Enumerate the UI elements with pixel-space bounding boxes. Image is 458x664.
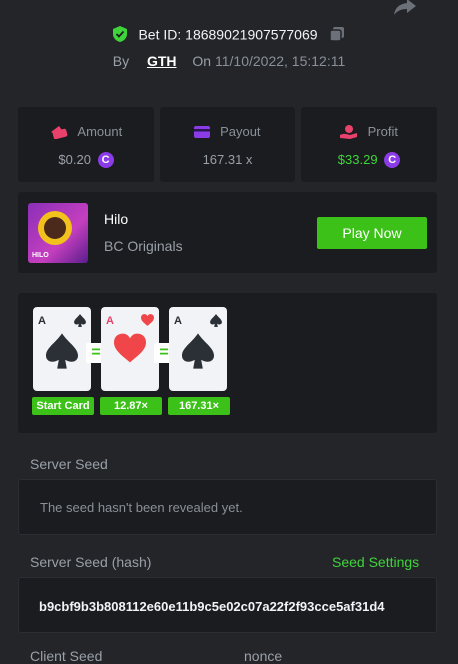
share-icon[interactable]	[393, 0, 417, 16]
game-provider: BC Originals	[104, 238, 183, 254]
profit-value: $33.29	[337, 152, 378, 168]
amount-value: $0.20	[58, 152, 91, 168]
play-now-button[interactable]: Play Now	[317, 217, 427, 249]
bet-id-value: 186890219075770​69	[185, 26, 318, 43]
hand-coin-icon	[340, 124, 358, 139]
bet-id-label: Bet ID:	[138, 26, 182, 43]
bet-byline: By GTH On 11/10/2022, 15:12:11	[0, 53, 458, 69]
card-icon	[194, 125, 211, 138]
payout-value: 167.31 x	[202, 152, 253, 168]
payout-label: Payout	[220, 124, 261, 140]
spade-icon	[182, 333, 214, 369]
playing-card: A	[33, 307, 91, 391]
coin-icon: C	[384, 151, 401, 168]
card-multiplier-label: 167.31×	[168, 397, 230, 415]
verified-shield-icon	[112, 26, 127, 43]
payout-card: Payout 167.31 x	[160, 107, 295, 182]
server-seed-value: The seed hasn't been revealed yet.	[40, 500, 243, 515]
server-seed-hash-value: b9cbf9b3b808112e60e11b9c5e02c07a22f2f93c…	[39, 599, 385, 614]
server-seed-field: The seed hasn't been revealed yet.	[18, 479, 437, 535]
spade-icon	[74, 314, 86, 327]
server-seed-hash-label: Server Seed (hash)	[30, 554, 152, 570]
wallet-icon	[50, 125, 68, 139]
by-label: By	[112, 53, 130, 69]
cards-panel: A = A = A Start Card 12.87× 167.31×	[18, 293, 437, 433]
thumbnail-character	[44, 217, 66, 239]
amount-card: Amount $0.20 C	[18, 107, 154, 182]
server-seed-label: Server Seed	[30, 456, 108, 472]
heart-icon	[114, 333, 146, 363]
spade-icon	[46, 333, 78, 369]
game-thumbnail[interactable]: HILO	[28, 203, 88, 263]
card-multiplier-label: Start Card	[32, 397, 94, 415]
game-card: HILO Hilo BC Originals Play Now	[18, 192, 437, 273]
bet-id-row: Bet ID: 186890219075770​69	[0, 25, 458, 43]
spade-icon	[210, 314, 222, 327]
profit-label: Profit	[367, 124, 398, 140]
card-multiplier-label: 12.87×	[100, 397, 162, 415]
on-label: On	[192, 53, 212, 69]
playing-card: A	[101, 307, 159, 391]
copy-icon[interactable]	[329, 26, 345, 43]
card-rank: A	[174, 315, 182, 327]
bet-date: 11/10/2022, 15:12:11	[215, 53, 346, 69]
game-title: Hilo	[104, 211, 129, 227]
card-rank: A	[106, 315, 114, 327]
thumbnail-tag: HILO	[32, 252, 49, 259]
user-link[interactable]: GTH	[147, 53, 177, 69]
profit-card: Profit $33.29 C	[301, 107, 437, 182]
playing-card: A	[169, 307, 227, 391]
amount-label: Amount	[77, 124, 123, 140]
nonce-label: nonce	[244, 648, 283, 664]
seed-settings-link[interactable]: Seed Settings	[332, 554, 419, 570]
client-seed-label: Client Seed	[30, 648, 103, 664]
server-seed-hash-field[interactable]: b9cbf9b3b808112e60e11b9c5e02c07a22f2f93c…	[18, 577, 437, 633]
card-rank: A	[38, 315, 46, 327]
coin-icon: C	[97, 151, 114, 168]
heart-icon	[141, 314, 154, 326]
